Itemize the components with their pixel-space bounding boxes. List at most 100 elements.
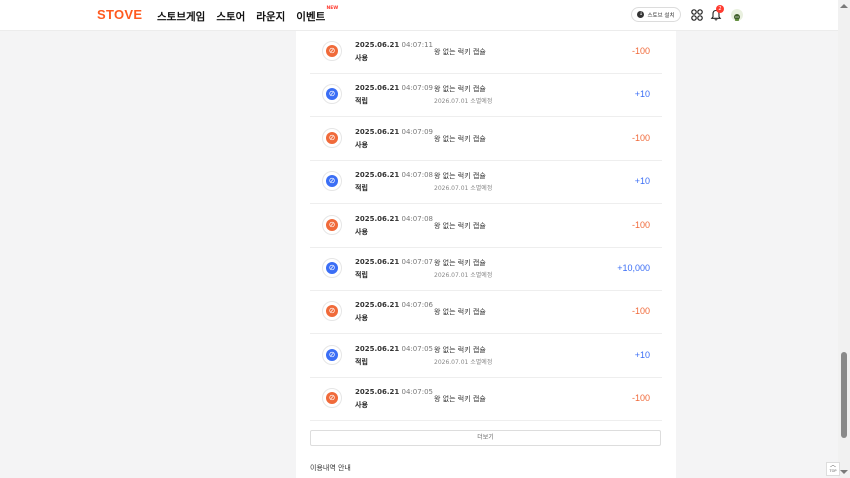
history-date: 2025.06.21 xyxy=(355,388,400,397)
history-date: 2025.06.21 xyxy=(355,171,400,180)
capsule-dot-icon: ⊘ xyxy=(326,131,338,144)
capsule-dot-icon: ⊘ xyxy=(326,175,338,188)
capsule-earn-icon: ⊘ xyxy=(322,258,342,278)
history-item-name: 왕 없는 럭키 캡슐 xyxy=(434,395,486,404)
nav-store[interactable]: 스토어 xyxy=(216,9,245,24)
history-row: ⊘ 2025.06.21 04:07:08 사용 왕 없는 럭키 캡슐 -100 xyxy=(310,205,662,248)
download-icon: ↓ xyxy=(637,11,645,18)
history-amount: -100 xyxy=(631,393,650,404)
scroll-thumb[interactable] xyxy=(841,352,847,438)
history-expire-date: 2026.07.01 소멸예정 xyxy=(434,272,493,279)
history-item-name: 왕 없는 럭키 캡슐 xyxy=(434,172,486,181)
capsule-dot-icon: ⊘ xyxy=(326,305,338,318)
history-type: 적립 xyxy=(355,97,368,106)
capsule-dot-icon: ⊘ xyxy=(326,218,338,231)
top-label: TOP xyxy=(829,469,837,473)
capsule-glyph-icon: ⊘ xyxy=(328,393,336,403)
main-nav: 스토브게임 스토어 라운지 이벤트 NEW xyxy=(157,6,338,24)
capsule-glyph-icon: ⊘ xyxy=(328,132,336,142)
capsule-earn-icon: ⊘ xyxy=(322,344,342,365)
history-time: 04:07:06 xyxy=(401,301,433,310)
nav-lounge[interactable]: 라운지 xyxy=(256,9,285,24)
history-item-name: 왕 없는 럭키 캡슐 xyxy=(434,259,486,267)
history-datetime: 2025.06.21 04:07:09 xyxy=(355,128,433,136)
capsule-dot-icon: ⊘ xyxy=(326,45,338,57)
history-row: ⊘ 2025.06.21 04:07:06 사용 왕 없는 럭키 캡슐 -100 xyxy=(310,291,662,335)
avatar[interactable] xyxy=(731,9,743,21)
capsule-glyph-icon: ⊘ xyxy=(328,349,336,359)
capsule-dot-icon: ⊘ xyxy=(326,88,338,101)
history-expire-date: 2026.07.01 소멸예정 xyxy=(434,98,493,106)
nav-events-label: 이벤트 xyxy=(296,11,326,23)
history-time: 04:07:08 xyxy=(401,171,433,180)
history-type: 사용 xyxy=(355,140,368,149)
capsule-glyph-icon: ⊘ xyxy=(328,306,336,316)
history-amount: -100 xyxy=(631,46,650,56)
history-date: 2025.06.21 xyxy=(355,84,400,93)
history-row: ⊘ 2025.06.21 04:07:08 적립 왕 없는 럭키 캡슐 2026.07.… xyxy=(310,161,662,205)
capsule-glyph-icon: ⊘ xyxy=(328,219,336,229)
capsule-dot-icon: ⊘ xyxy=(326,348,338,361)
history-row: ⊘ 2025.06.21 04:07:05 사용 왕 없는 럭키 캡슐 -100 xyxy=(310,378,662,422)
history-date: 2025.06.21 xyxy=(355,41,400,49)
capsule-use-icon: ⊘ xyxy=(322,127,342,148)
capsule-use-icon: ⊘ xyxy=(322,214,342,235)
history-item-name: 왕 없는 럭키 캡슐 xyxy=(434,134,486,143)
history-datetime: 2025.06.21 04:07:08 xyxy=(355,215,433,223)
history-row: ⊘ 2025.06.21 04:07:05 적립 왕 없는 럭키 캡슐 2026.07.… xyxy=(310,335,662,378)
history-date: 2025.06.21 xyxy=(355,258,400,266)
history-date: 2025.06.21 xyxy=(355,127,400,136)
history-datetime: 2025.06.21 04:07:06 xyxy=(355,301,433,309)
history-time: 04:07:07 xyxy=(401,258,433,266)
history-time: 04:07:11 xyxy=(401,41,433,49)
capsule-use-icon: ⊘ xyxy=(322,41,342,61)
history-time: 04:07:09 xyxy=(401,127,433,136)
history-datetime: 2025.06.21 04:07:05 xyxy=(355,345,433,353)
history-time: 04:07:09 xyxy=(401,84,433,93)
history-expire-date: 2026.07.01 소멸예정 xyxy=(434,185,493,193)
history-item-name: 왕 없는 럭키 캡슐 xyxy=(434,308,486,317)
history-type: 적립 xyxy=(355,271,368,279)
history-amount: +10,000 xyxy=(617,263,650,273)
capsule-dot-icon: ⊘ xyxy=(326,392,338,405)
history-type: 적립 xyxy=(355,184,368,193)
capsule-dot-icon: ⊘ xyxy=(326,262,338,274)
load-more-button[interactable]: 더보기 xyxy=(310,430,661,446)
nav-events[interactable]: 이벤트 NEW xyxy=(296,6,338,24)
history-time: 04:07:05 xyxy=(401,388,433,397)
top-header: STOVE 스토브게임 스토어 라운지 이벤트 NEW ↓ 스토브 설치 2 xyxy=(0,0,838,31)
history-amount: +10 xyxy=(634,349,650,360)
scroll-down-arrow-icon[interactable] xyxy=(840,470,848,474)
install-label: 스토브 설치 xyxy=(647,12,675,19)
install-stove-button[interactable]: ↓ 스토브 설치 xyxy=(631,7,681,22)
usage-history-panel: ⊘ 2025.06.21 04:07:11 사용 왕 없는 럭키 캡슐 -100 ⊘ 202… xyxy=(296,31,676,478)
history-date: 2025.06.21 xyxy=(355,214,400,223)
scroll-top-button[interactable]: ︿ TOP xyxy=(826,462,840,476)
page-scrollbar[interactable] xyxy=(838,0,850,478)
capsule-earn-icon: ⊘ xyxy=(322,84,342,105)
capsule-glyph-icon: ⊘ xyxy=(328,89,336,99)
capsule-glyph-icon: ⊘ xyxy=(328,263,336,272)
history-datetime: 2025.06.21 04:07:09 xyxy=(355,84,433,92)
capsule-glyph-icon: ⊘ xyxy=(328,46,336,55)
scroll-up-arrow-icon[interactable] xyxy=(840,4,848,8)
history-type: 적립 xyxy=(355,357,368,366)
history-row: ⊘ 2025.06.21 04:07:09 적립 왕 없는 럭키 캡슐 2026.07.… xyxy=(310,74,662,118)
history-date: 2025.06.21 xyxy=(355,344,400,353)
history-row: ⊘ 2025.06.21 04:07:11 사용 왕 없는 럭키 캡슐 -100 xyxy=(310,31,662,74)
capsule-use-icon: ⊘ xyxy=(322,388,342,409)
history-type: 사용 xyxy=(355,227,368,236)
apps-grid-icon[interactable] xyxy=(691,9,703,21)
history-type: 사용 xyxy=(355,314,368,323)
history-amount: +10 xyxy=(634,176,650,187)
history-datetime: 2025.06.21 04:07:07 xyxy=(355,258,433,266)
history-time: 04:07:08 xyxy=(401,214,433,223)
history-amount: -100 xyxy=(631,306,650,317)
history-type: 사용 xyxy=(355,54,368,62)
stove-logo[interactable]: STOVE xyxy=(97,7,142,22)
capsule-glyph-icon: ⊘ xyxy=(328,176,336,186)
nav-stove-games[interactable]: 스토브게임 xyxy=(157,9,205,24)
history-row: ⊘ 2025.06.21 04:07:07 적립 왕 없는 럭키 캡슐 2026.07.… xyxy=(310,248,662,291)
history-datetime: 2025.06.21 04:07:05 xyxy=(355,388,433,396)
history-amount: -100 xyxy=(631,132,650,143)
